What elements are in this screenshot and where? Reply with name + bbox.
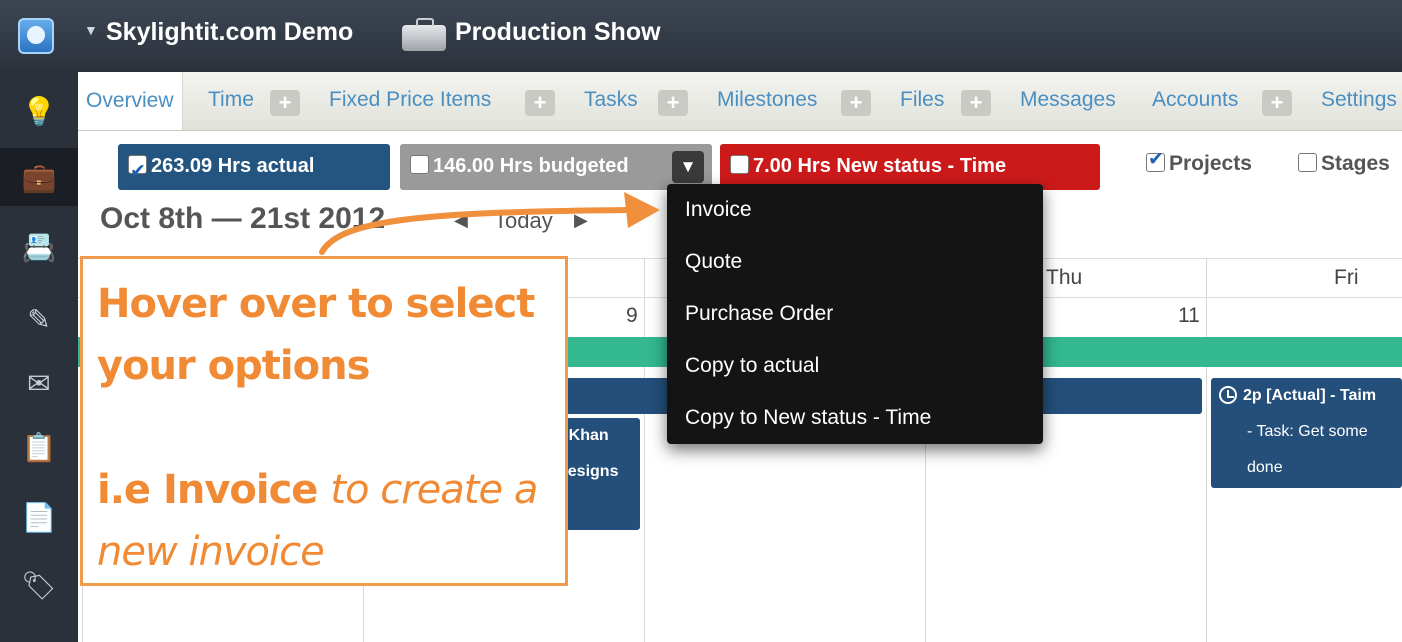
briefcase-icon: [402, 18, 446, 51]
tab-time[interactable]: Time: [208, 88, 254, 112]
menu-item-invoice[interactable]: Invoice: [685, 198, 752, 222]
dropdown-menu: Invoice Quote Purchase Order Copy to act…: [667, 184, 1043, 444]
tab-overview[interactable]: Overview: [78, 72, 183, 130]
tab-settings[interactable]: Settings: [1321, 88, 1397, 112]
tab-bar: Overview Time + Fixed Price Items + Task…: [78, 72, 1402, 131]
calendar-divider: [644, 258, 645, 642]
add-task-button[interactable]: +: [658, 90, 688, 116]
contacts-icon[interactable]: 📇: [0, 218, 78, 276]
clipboard-icon[interactable]: 📋: [0, 418, 78, 476]
hours-actual-button[interactable]: 263.09 Hrs actual: [118, 144, 390, 194]
menu-item-purchase-order[interactable]: Purchase Order: [685, 302, 833, 326]
callout-text: your options: [97, 343, 370, 389]
app-window: ▼ Skylightit.com Demo Production Show 💡 …: [0, 0, 1402, 642]
app-logo-icon[interactable]: [18, 18, 54, 54]
chevron-down-icon[interactable]: ▼: [84, 22, 98, 38]
today-link[interactable]: Today: [494, 208, 553, 234]
day-header-thu: Thu: [1046, 266, 1083, 289]
top-bar: ▼ Skylightit.com Demo Production Show: [0, 0, 1402, 72]
clock-icon: [1219, 386, 1237, 404]
briefcase-icon[interactable]: 💼: [0, 148, 78, 206]
mail-icon[interactable]: ✉: [0, 354, 78, 412]
menu-item-quote[interactable]: Quote: [685, 250, 742, 274]
document-icon[interactable]: 📄: [0, 488, 78, 546]
date-range-title: Oct 8th — 21st 2012: [100, 202, 386, 235]
projects-filter[interactable]: Projects: [1146, 148, 1252, 176]
projects-checkbox[interactable]: [1146, 148, 1165, 172]
project-title: Production Show: [455, 18, 661, 46]
previous-arrow-icon[interactable]: ◀: [454, 210, 468, 231]
actual-checkbox[interactable]: [128, 150, 147, 194]
add-account-button[interactable]: +: [1262, 90, 1292, 116]
tab-fixed-price-items[interactable]: Fixed Price Items: [329, 88, 491, 112]
add-file-button[interactable]: +: [961, 90, 991, 116]
day-header-fri: Fri: [1334, 266, 1359, 289]
tag-icon[interactable]: 🏷: [0, 556, 78, 614]
organization-name[interactable]: Skylightit.com Demo: [106, 18, 353, 47]
hours-budgeted-button[interactable]: 146.00 Hrs budgeted: [400, 144, 712, 190]
tab-tasks[interactable]: Tasks: [584, 88, 638, 112]
stages-checkbox[interactable]: [1298, 153, 1317, 172]
callout-text: i.e Invoice to create a: [97, 467, 538, 513]
sidebar: 💡 💼 📇 ✎ ✉ 📋 📄 🏷: [0, 72, 78, 642]
annotation-callout: Hover over to select your options i.e In…: [80, 256, 568, 586]
tab-accounts[interactable]: Accounts: [1152, 88, 1238, 112]
lightbulb-icon[interactable]: 💡: [0, 82, 78, 140]
add-fixed-price-item-button[interactable]: +: [525, 90, 555, 116]
menu-item-copy-to-actual[interactable]: Copy to actual: [685, 354, 819, 378]
tab-messages[interactable]: Messages: [1020, 88, 1116, 112]
status-checkbox[interactable]: [730, 155, 749, 174]
add-time-button[interactable]: +: [270, 90, 300, 116]
next-arrow-icon[interactable]: ▶: [574, 210, 588, 231]
tab-files[interactable]: Files: [900, 88, 944, 112]
day-number: 9: [626, 304, 638, 327]
calendar-event-fri[interactable]: 2p [Actual] - Taim - Task: Get some done: [1211, 378, 1402, 488]
tab-milestones[interactable]: Milestones: [717, 88, 817, 112]
callout-text: new invoice: [97, 529, 325, 575]
budgeted-dropdown-toggle[interactable]: ▼: [672, 151, 704, 183]
budgeted-checkbox[interactable]: [410, 155, 429, 174]
tools-icon[interactable]: ✎: [0, 290, 78, 348]
day-number: 11: [1178, 304, 1200, 327]
callout-text: Hover over to select: [97, 281, 535, 327]
calendar-divider: [1206, 258, 1207, 642]
stages-filter[interactable]: Stages: [1298, 152, 1390, 176]
add-milestone-button[interactable]: +: [841, 90, 871, 116]
menu-item-copy-to-new-status[interactable]: Copy to New status - Time: [685, 406, 931, 430]
